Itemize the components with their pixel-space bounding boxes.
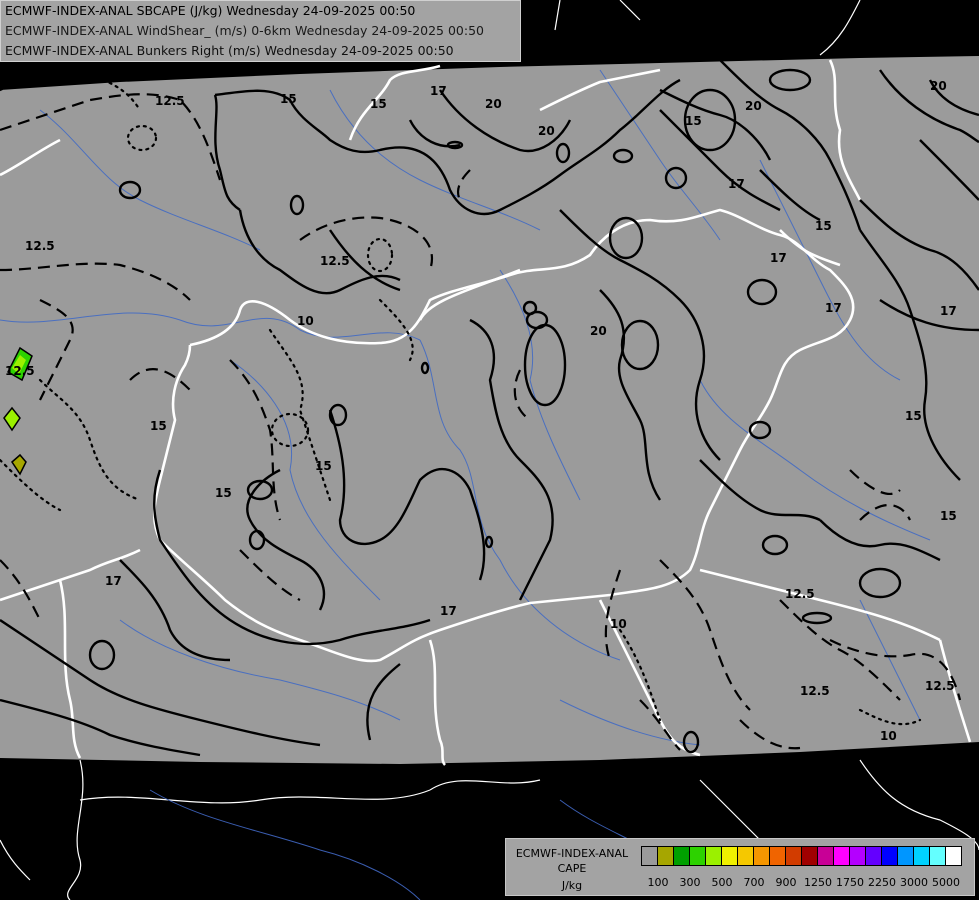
contour-label: 15 xyxy=(150,419,167,433)
legend-swatch xyxy=(817,846,834,866)
legend-swatch xyxy=(913,846,930,866)
contour-label: 15 xyxy=(815,219,832,233)
contour-label: 15 xyxy=(905,409,922,423)
contour-label: 17 xyxy=(825,301,842,315)
legend-swatch xyxy=(865,846,882,866)
legend-tick-label: 500 xyxy=(711,876,733,889)
contour-label: 15 xyxy=(370,97,387,111)
legend-swatch xyxy=(769,846,786,866)
contour-label: 10 xyxy=(90,69,107,83)
contour-label: 12.5 xyxy=(925,679,955,693)
legend-variable: CAPE xyxy=(557,862,587,875)
contour-label: 12.5 xyxy=(320,254,350,268)
legend-unit: J/kg xyxy=(561,879,583,892)
legend-swatch xyxy=(753,846,770,866)
contour-label: 10 xyxy=(610,617,627,631)
contour-label: 12.5 xyxy=(800,684,830,698)
contour-label: 10 xyxy=(297,314,314,328)
contour-label: 17 xyxy=(770,251,787,265)
legend-swatch xyxy=(849,846,866,866)
contour-label: 15 xyxy=(280,92,297,106)
weather-map: 10 10 12.5 15 15 17 20 20 12.5 12.5 10 1… xyxy=(0,0,979,900)
legend-swatch xyxy=(785,846,802,866)
legend-tick-label: 1750 xyxy=(836,876,864,889)
contour-label: 15 xyxy=(315,459,332,473)
contour-label: 20 xyxy=(930,79,947,93)
contour-label: 17 xyxy=(105,574,122,588)
contour-label: 10 xyxy=(48,69,65,83)
contour-label: 15 xyxy=(940,509,957,523)
legend-swatch xyxy=(897,846,914,866)
legend-swatch xyxy=(657,846,674,866)
contour-label: 20 xyxy=(590,324,607,338)
legend-swatch xyxy=(881,846,898,866)
contour-label: 12.5 xyxy=(785,587,815,601)
legend-swatch xyxy=(945,846,962,866)
contour-label: 17 xyxy=(440,604,457,618)
legend-tick-label: 100 xyxy=(647,876,669,889)
legend-source: ECMWF-INDEX-ANAL xyxy=(515,847,629,860)
contour-label: 15 xyxy=(685,114,702,128)
legend-tick-label: 3000 xyxy=(900,876,928,889)
legend-tick-label: 5000 xyxy=(932,876,960,889)
legend-tick-label: 700 xyxy=(743,876,765,889)
legend-swatch xyxy=(673,846,690,866)
contour-label: 17 xyxy=(728,177,745,191)
legend-swatches xyxy=(641,846,962,866)
contour-label: 17 xyxy=(940,304,957,318)
legend-swatch xyxy=(801,846,818,866)
legend-tick-label: 900 xyxy=(775,876,797,889)
legend-swatch xyxy=(705,846,722,866)
title-windshear: ECMWF-INDEX-ANAL WindShear_ (m/s) 0-6km … xyxy=(5,23,484,38)
legend-swatch xyxy=(641,846,658,866)
legend-swatch xyxy=(721,846,738,866)
contour-label: 12.5 xyxy=(155,94,185,108)
legend-swatch xyxy=(833,846,850,866)
legend-ticks: 100 300 500 700 900 1250 1750 2250 3000 5000 xyxy=(646,876,976,890)
legend-swatch xyxy=(929,846,946,866)
contour-label: 20 xyxy=(485,97,502,111)
legend-tick-label: 1250 xyxy=(804,876,832,889)
title-sbcape: ECMWF-INDEX-ANAL SBCAPE (J/kg) Wednesday… xyxy=(5,3,416,18)
legend-tick-label: 2250 xyxy=(868,876,896,889)
contour-label: 12.5 xyxy=(5,364,35,378)
contour-label: 20 xyxy=(538,124,555,138)
legend-swatch xyxy=(737,846,754,866)
contour-label: 10 xyxy=(880,729,897,743)
cape-legend: ECMWF-INDEX-ANAL CAPE J/kg 100 300 500 700 9… xyxy=(505,838,975,896)
contour-label: 17 xyxy=(430,84,447,98)
contour-label: 20 xyxy=(745,99,762,113)
title-bunkers: ECMWF-INDEX-ANAL Bunkers Right (m/s) Wed… xyxy=(5,43,454,58)
legend-tick-label: 300 xyxy=(679,876,701,889)
legend-swatch xyxy=(689,846,706,866)
contour-label: 15 xyxy=(215,486,232,500)
contour-label: 12.5 xyxy=(25,239,55,253)
title-box: ECMWF-INDEX-ANAL SBCAPE (J/kg) Wednesday… xyxy=(0,0,521,62)
